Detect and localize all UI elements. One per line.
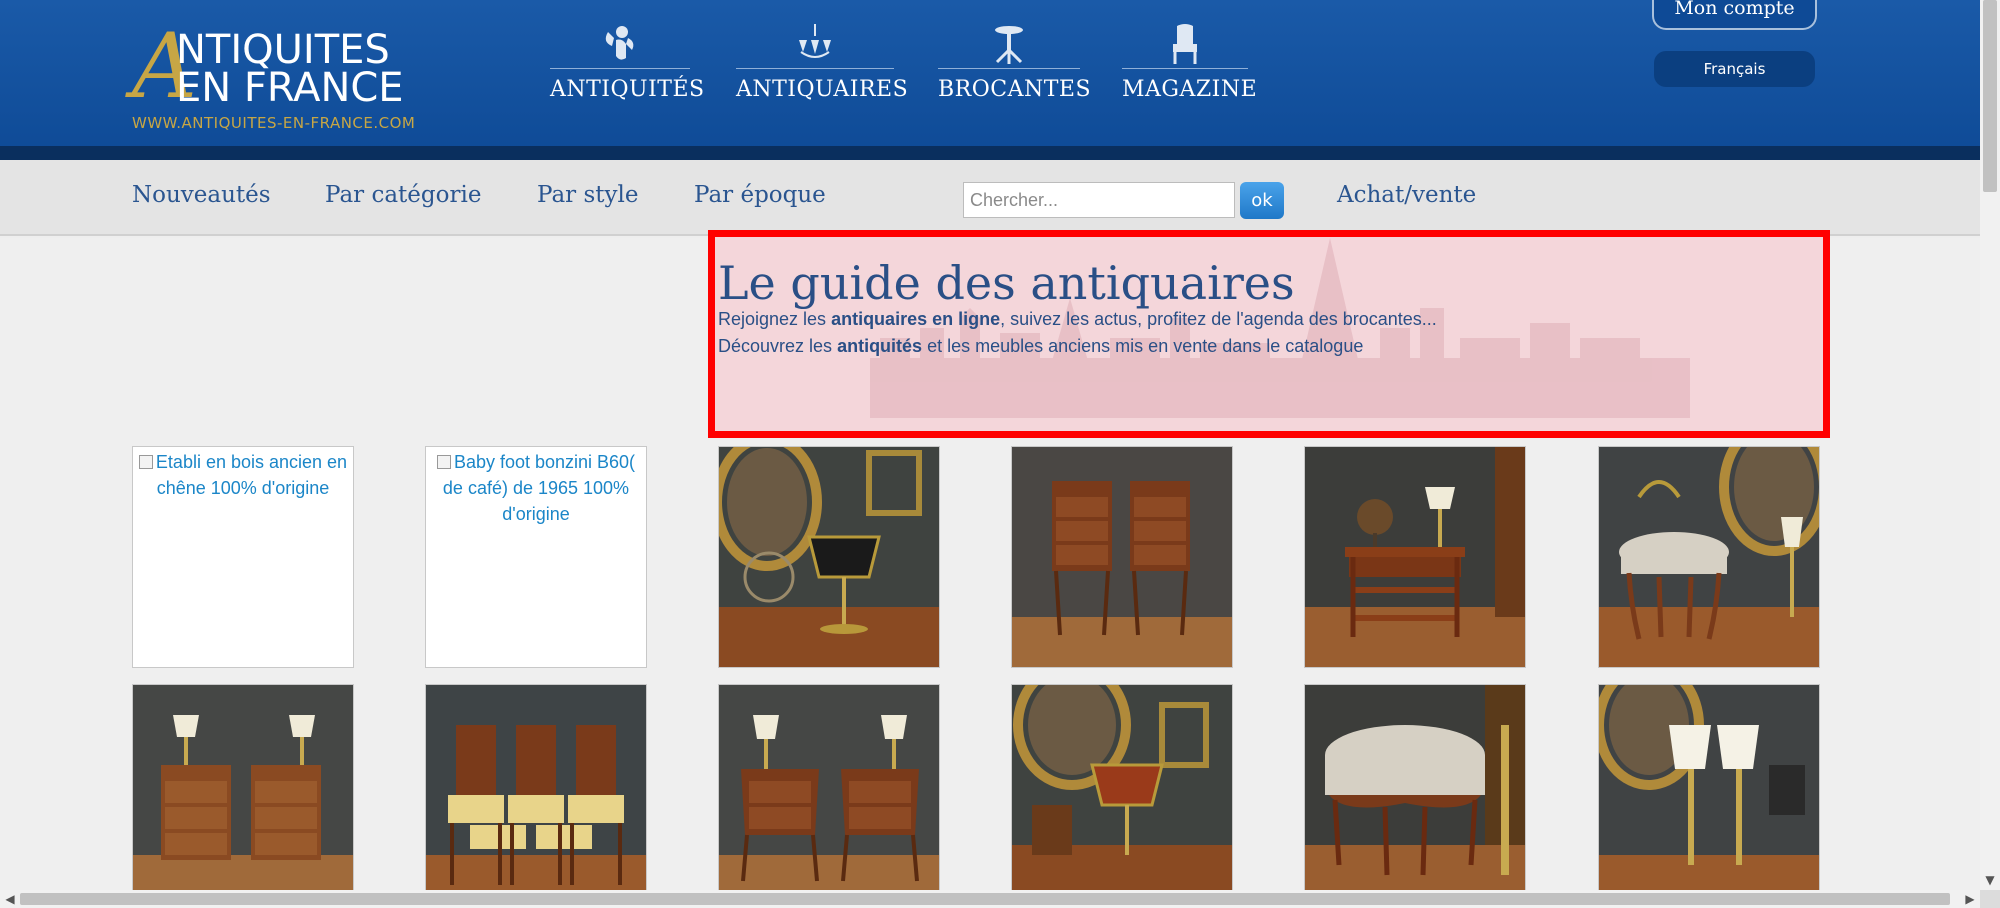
- subnav-par-categorie[interactable]: Par catégorie: [325, 182, 481, 208]
- product-tile[interactable]: [1598, 446, 1820, 668]
- nav-label: ANTIQUITÉS: [550, 77, 705, 102]
- alt-text: Etabli en bois ancien en chêne 100% d'or…: [155, 452, 348, 498]
- subnav-nouveautes[interactable]: Nouveautés: [132, 182, 271, 208]
- product-tile[interactable]: [1011, 684, 1233, 894]
- nav-magazine[interactable]: MAGAZINE: [1122, 22, 1258, 112]
- armchair-icon: [1173, 24, 1197, 64]
- broken-image-icon: [138, 455, 153, 469]
- product-tile[interactable]: [718, 684, 940, 894]
- guide-intro-line-2: Découvrez les antiquités et les meubles …: [718, 336, 1363, 357]
- site-logo[interactable]: A NTIQUITES EN FRANCE WWW.ANTIQUITES-EN-…: [132, 22, 432, 133]
- cherub-icon: [605, 26, 634, 60]
- search-button[interactable]: ok: [1240, 182, 1284, 219]
- product-image-alt: Baby foot bonzini B60( de café) de 1965 …: [426, 447, 646, 529]
- product-tile[interactable]: Etabli en bois ancien en chêne 100% d'or…: [132, 446, 354, 668]
- nav-label: BROCANTES: [938, 77, 1092, 102]
- product-photo-dining-chairs: [426, 685, 646, 893]
- guide-text: Rejoignez les: [718, 309, 832, 329]
- chandelier-icon: [799, 24, 831, 58]
- product-photo-upholstered-stool: [1599, 447, 1819, 667]
- guide-intro-line-1: Rejoignez les antiquaires en ligne, suiv…: [718, 309, 1437, 330]
- product-tile[interactable]: [1011, 446, 1233, 668]
- guide-link-antiquites[interactable]: antiquités: [837, 336, 922, 356]
- product-photo-footstool: [1305, 685, 1525, 893]
- logo-url: WWW.ANTIQUITES-EN-FRANCE.COM: [132, 114, 416, 132]
- product-photo-bouillotte-lamp-2: [1012, 685, 1232, 893]
- search-input[interactable]: [963, 182, 1235, 218]
- product-photo-shelf-table-globe: [1305, 447, 1525, 667]
- header-stripe: [0, 146, 1980, 160]
- alt-text: Baby foot bonzini B60( de café) de 1965 …: [442, 452, 636, 524]
- nav-divider: [938, 68, 1080, 69]
- nav-divider: [736, 68, 894, 69]
- product-tile[interactable]: [1598, 684, 1820, 894]
- product-photo-bouillotte-lamp: [719, 447, 939, 667]
- product-tile[interactable]: [1304, 684, 1526, 894]
- scroll-right-arrow-icon[interactable]: ▶: [1960, 890, 1980, 908]
- scroll-left-arrow-icon[interactable]: ◀: [0, 890, 20, 908]
- subnav-achat-vente[interactable]: Achat/vente: [1337, 182, 1476, 208]
- guide-text: , suivez les actus, profitez de l'agenda…: [1000, 309, 1437, 329]
- nav-label: ANTIQUAIRES: [736, 77, 909, 102]
- guide-text: et les meubles anciens mis en vente dans…: [922, 336, 1364, 356]
- nav-antiquaires[interactable]: ANTIQUAIRES: [736, 22, 909, 112]
- logo-line-2: EN FRANCE: [176, 65, 404, 111]
- product-photo-tall-bedside-tables: [1012, 447, 1232, 667]
- nav-label: MAGAZINE: [1122, 77, 1258, 102]
- pedestal-table-icon: [995, 26, 1023, 64]
- vertical-scroll-thumb[interactable]: [1983, 0, 1997, 192]
- product-tile[interactable]: [132, 684, 354, 894]
- scroll-down-arrow-icon[interactable]: ▼: [1980, 870, 2000, 890]
- language-selector[interactable]: Français: [1654, 51, 1815, 87]
- scrollbar-corner: [1980, 890, 2000, 908]
- product-photo-candlestick-lamps: [1599, 685, 1819, 893]
- product-tile[interactable]: [718, 446, 940, 668]
- subnav-par-epoque[interactable]: Par époque: [694, 182, 826, 208]
- guide-link-antiquaires[interactable]: antiquaires en ligne: [831, 309, 1000, 329]
- account-button[interactable]: Mon compte: [1652, 0, 1817, 30]
- product-tile[interactable]: Baby foot bonzini B60( de café) de 1965 …: [425, 446, 647, 668]
- product-photo-bedside-tables-lamps: [133, 685, 353, 893]
- product-photo-marquetry-bedside-tables: [719, 685, 939, 893]
- nav-antiquites[interactable]: ANTIQUITÉS: [550, 22, 705, 112]
- product-tile[interactable]: [1304, 446, 1526, 668]
- broken-image-icon: [436, 455, 451, 469]
- horizontal-scroll-thumb[interactable]: [20, 893, 1950, 905]
- guide-title: Le guide des antiquaires: [718, 256, 1295, 310]
- nav-divider: [1122, 68, 1248, 69]
- vertical-scrollbar[interactable]: ▼: [1980, 0, 2000, 890]
- nav-divider: [550, 68, 690, 69]
- subnav-par-style[interactable]: Par style: [537, 182, 638, 208]
- horizontal-scrollbar[interactable]: ◀ ▶: [0, 890, 1980, 908]
- product-tile[interactable]: [425, 684, 647, 894]
- nav-brocantes[interactable]: BROCANTES: [938, 22, 1092, 112]
- product-image-alt: Etabli en bois ancien en chêne 100% d'or…: [133, 447, 353, 503]
- guide-text: Découvrez les: [718, 336, 838, 356]
